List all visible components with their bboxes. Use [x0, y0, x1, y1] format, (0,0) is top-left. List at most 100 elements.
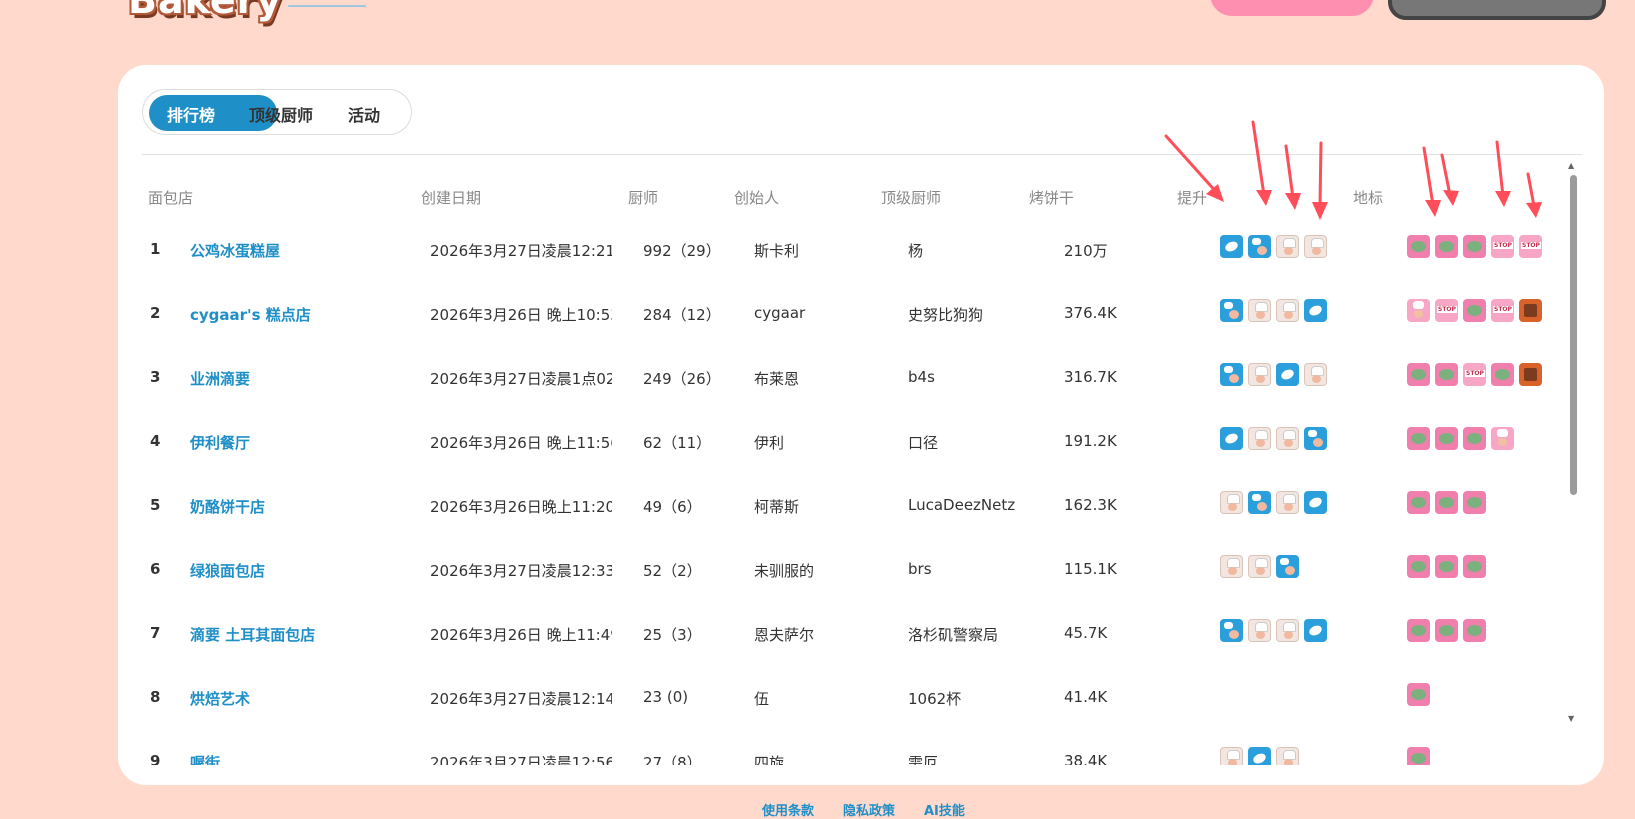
chef-hat-icon[interactable]	[1248, 619, 1271, 642]
created-date: 2026年3月26日晚上11:20	[430, 498, 612, 516]
plant-landmark-icon[interactable]	[1407, 747, 1430, 765]
column-header-founder[interactable]: 创始人	[734, 187, 779, 208]
plant-landmark-icon[interactable]	[1407, 555, 1430, 578]
plant-landmark-icon[interactable]	[1407, 363, 1430, 386]
plant-landmark-icon[interactable]	[1435, 619, 1458, 642]
chef-hat-icon[interactable]	[1304, 363, 1327, 386]
bakery-name-link[interactable]: 奶酪饼干店	[190, 496, 265, 517]
chef-hat-icon[interactable]	[1276, 235, 1299, 258]
chef-hat-icon[interactable]	[1304, 235, 1327, 258]
crate-landmark-icon[interactable]	[1519, 363, 1542, 386]
cookie-boost-icon[interactable]	[1304, 619, 1327, 642]
chef-hat-icon[interactable]	[1276, 619, 1299, 642]
table-row[interactable]: 5 奶酪饼干店 2026年3月26日晚上11:20 49（6） 柯蒂斯 LucaDeezN…	[142, 491, 1572, 560]
bakery-name-link[interactable]: 滴要 土耳其面包店	[190, 624, 315, 645]
plant-landmark-icon[interactable]	[1407, 235, 1430, 258]
table-row[interactable]: 6 绿狼面包店 2026年3月27日凌晨12:33 52（2） 未驯服的 brs 115.1…	[142, 555, 1572, 624]
stop-sign-icon[interactable]	[1491, 235, 1514, 258]
created-date: 2026年3月27日凌晨12:14	[430, 690, 612, 708]
plant-landmark-icon[interactable]	[1463, 299, 1486, 322]
row-rank: 2	[150, 304, 161, 322]
plant-landmark-icon[interactable]	[1407, 491, 1430, 514]
bakery-name-link[interactable]: 伊利餐厅	[190, 432, 250, 453]
chef-hat-icon[interactable]	[1248, 555, 1271, 578]
chef-hat-icon[interactable]	[1248, 427, 1271, 450]
cookie-boost-icon[interactable]	[1248, 747, 1271, 765]
plant-landmark-icon[interactable]	[1435, 363, 1458, 386]
table-row[interactable]: 4 伊利餐厅 2026年3月26日 晚上11:56 62（11） 伊利 口径 191.2K	[142, 427, 1572, 496]
chef-boost-icon[interactable]	[1248, 491, 1271, 514]
chef-boost-icon[interactable]	[1220, 619, 1243, 642]
row-rank: 9	[150, 752, 161, 765]
chef-hat-icon[interactable]	[1248, 299, 1271, 322]
plant-landmark-icon[interactable]	[1463, 555, 1486, 578]
table-row[interactable]: 1 公鸡冰蛋糕屋 2026年3月27日凌晨12:21 992（29） 斯卡利 杨 210万	[142, 235, 1572, 304]
plant-landmark-icon[interactable]	[1407, 683, 1430, 706]
chef-hat-icon[interactable]	[1276, 747, 1299, 765]
table-row[interactable]: 3 业洲滴要 2026年3月27日凌晨1点02分 249（26） 布莱恩 b4s 316.7…	[142, 363, 1572, 432]
cookie-boost-icon[interactable]	[1304, 491, 1327, 514]
bakery-name-link[interactable]: 业洲滴要	[190, 368, 250, 389]
plant-landmark-icon[interactable]	[1407, 427, 1430, 450]
chef-landmark-icon[interactable]	[1407, 299, 1430, 322]
column-header-top-chef[interactable]: 顶级厨师	[881, 187, 941, 208]
chef-hat-icon[interactable]	[1220, 555, 1243, 578]
plant-landmark-icon[interactable]	[1435, 555, 1458, 578]
column-header-cookies[interactable]: 烤饼干	[1029, 187, 1074, 208]
table-row[interactable]: 9 喔街 2026年3月27日凌晨12:56 27（8） 四旋 需厄 38.4K	[142, 747, 1572, 765]
tab-top-chefs[interactable]: 顶级厨师	[249, 102, 313, 126]
stop-sign-icon[interactable]	[1463, 363, 1486, 386]
chef-hat-icon[interactable]	[1276, 427, 1299, 450]
chef-hat-icon[interactable]	[1220, 747, 1243, 765]
bakery-logo[interactable]: Bakery	[128, 0, 282, 22]
cookie-boost-icon[interactable]	[1276, 363, 1299, 386]
scroll-down-icon[interactable]: ▼	[1568, 714, 1574, 723]
bakery-name-link[interactable]: cygaar's 糕点店	[190, 304, 311, 325]
chef-hat-icon[interactable]	[1276, 299, 1299, 322]
plant-landmark-icon[interactable]	[1407, 619, 1430, 642]
bakery-name-link[interactable]: 公鸡冰蛋糕屋	[190, 240, 280, 261]
crate-landmark-icon[interactable]	[1519, 299, 1542, 322]
chef-boost-icon[interactable]	[1276, 555, 1299, 578]
column-header-created[interactable]: 创建日期	[421, 187, 481, 208]
stop-sign-icon[interactable]	[1435, 299, 1458, 322]
bakery-name-link[interactable]: 烘焙艺术	[190, 688, 250, 709]
table-row[interactable]: 2 cygaar's 糕点店 2026年3月26日 晚上10:53 284（12） cy…	[142, 299, 1572, 368]
stop-sign-icon[interactable]	[1519, 235, 1542, 258]
column-header-boosts[interactable]: 提升	[1177, 187, 1207, 208]
chef-landmark-icon[interactable]	[1491, 427, 1514, 450]
chef-hat-icon[interactable]	[1248, 363, 1271, 386]
wallet-button[interactable]	[1388, 0, 1606, 20]
plant-landmark-icon[interactable]	[1435, 427, 1458, 450]
bakery-name-link[interactable]: 绿狼面包店	[190, 560, 265, 581]
cookie-boost-icon[interactable]	[1304, 299, 1327, 322]
plant-landmark-icon[interactable]	[1463, 235, 1486, 258]
bakery-name-link[interactable]: 喔街	[190, 752, 220, 765]
chef-boost-icon[interactable]	[1220, 299, 1243, 322]
scrollbar-thumb[interactable]	[1570, 175, 1577, 495]
plant-landmark-icon[interactable]	[1435, 491, 1458, 514]
table-row[interactable]: 7 滴要 土耳其面包店 2026年3月26日 晚上11:49 25（3） 恩夫萨尔 洛杉矶…	[142, 619, 1572, 688]
chef-hat-icon[interactable]	[1276, 491, 1299, 514]
plant-landmark-icon[interactable]	[1435, 235, 1458, 258]
tab-leaderboard[interactable]: 排行榜	[167, 102, 215, 126]
scrollbar[interactable]: ▲ ▼	[1568, 161, 1578, 723]
stop-sign-icon[interactable]	[1491, 299, 1514, 322]
chef-boost-icon[interactable]	[1248, 235, 1271, 258]
column-header-bakery[interactable]: 面包店	[148, 187, 193, 208]
scroll-up-icon[interactable]: ▲	[1568, 161, 1574, 170]
cookie-boost-icon[interactable]	[1220, 235, 1243, 258]
column-header-landmarks[interactable]: 地标	[1353, 187, 1383, 208]
table-row[interactable]: 8 烘焙艺术 2026年3月27日凌晨12:14 23 (0) 伍 1062杯 41.4K	[142, 683, 1572, 752]
chef-boost-icon[interactable]	[1304, 427, 1327, 450]
chef-boost-icon[interactable]	[1220, 363, 1243, 386]
plant-landmark-icon[interactable]	[1491, 363, 1514, 386]
tab-events[interactable]: 活动	[348, 102, 380, 126]
plant-landmark-icon[interactable]	[1463, 427, 1486, 450]
plant-landmark-icon[interactable]	[1463, 619, 1486, 642]
pink-action-button[interactable]	[1210, 0, 1374, 16]
plant-landmark-icon[interactable]	[1463, 491, 1486, 514]
chef-hat-icon[interactable]	[1220, 491, 1243, 514]
column-header-chefs[interactable]: 厨师	[628, 187, 658, 208]
cookie-boost-icon[interactable]	[1220, 427, 1243, 450]
